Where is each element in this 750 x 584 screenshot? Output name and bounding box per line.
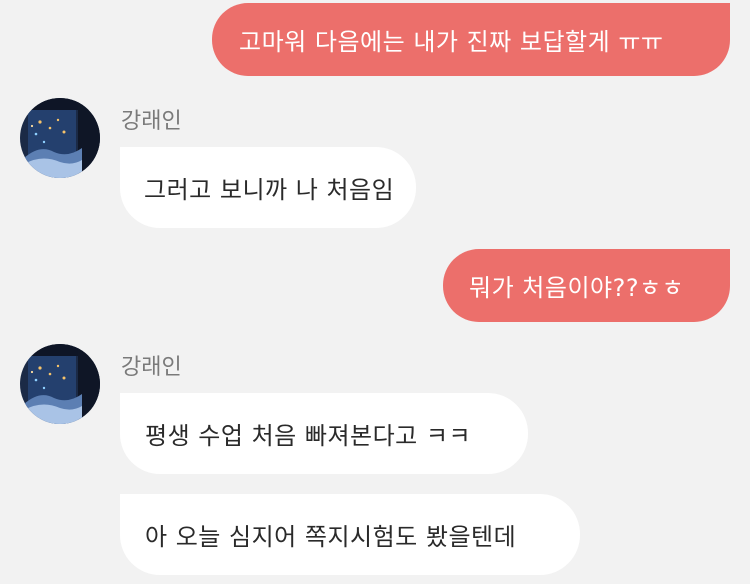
message-text: 아 오늘 심지어 쪽지시험도 봤을텐데 — [145, 523, 517, 551]
sender-name: 강래인 — [121, 355, 182, 380]
incoming-message-bubble[interactable]: 평생 수업 처음 빠져본다고 ㅋㅋ — [120, 393, 528, 474]
sender-avatar[interactable] — [20, 98, 100, 178]
outgoing-message-bubble[interactable]: 고마워 다음에는 내가 진짜 보답할게 ㅠㅠ — [212, 3, 730, 76]
incoming-message-bubble[interactable]: 아 오늘 심지어 쪽지시험도 봤을텐데 — [120, 494, 580, 575]
message-text: 뭐가 처음이야??ㅎㅎ — [469, 274, 685, 302]
message-text: 평생 수업 처음 빠져본다고 ㅋㅋ — [145, 422, 472, 450]
message-text: 고마워 다음에는 내가 진짜 보답할게 ㅠㅠ — [239, 28, 664, 56]
night-window-photo-icon — [20, 344, 100, 424]
outgoing-message-bubble[interactable]: 뭐가 처음이야??ㅎㅎ — [443, 249, 730, 322]
night-window-photo-icon — [20, 98, 100, 178]
sender-name: 강래인 — [121, 109, 182, 134]
message-text: 그러고 보니까 나 처음임 — [144, 176, 395, 204]
incoming-message-bubble[interactable]: 그러고 보니까 나 처음임 — [120, 147, 416, 228]
sender-avatar[interactable] — [20, 344, 100, 424]
